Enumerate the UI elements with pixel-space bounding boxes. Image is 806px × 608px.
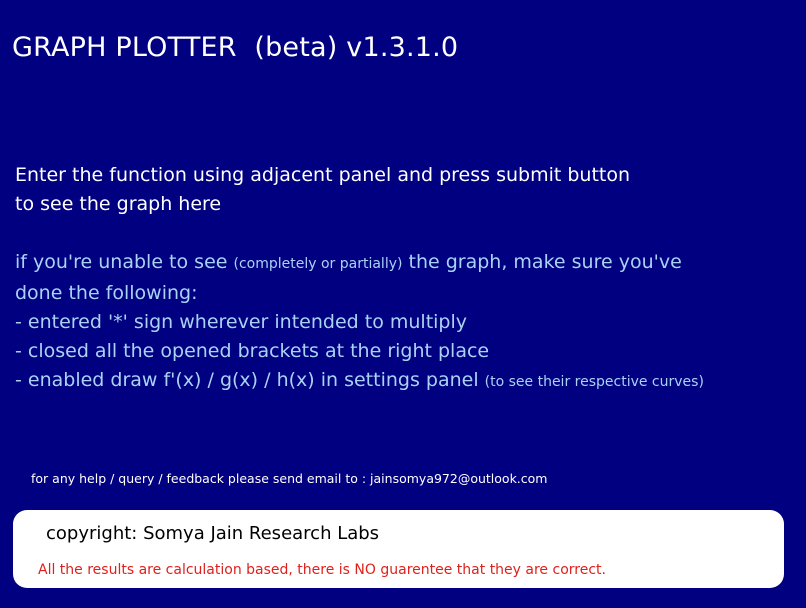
tip-item-brackets: - closed all the opened brackets at the … (15, 340, 490, 362)
tips-lead-line-2: done the following: (15, 282, 198, 304)
intro-line-2: to see the graph here (15, 193, 222, 215)
disclaimer-text: All the results are calculation based, t… (38, 562, 606, 578)
copyright-text: copyright: Somya Jain Research Labs (46, 523, 380, 544)
tips-lead-line: if you're unable to see (completely or p… (15, 248, 704, 279)
tips-lead-part-1: if you're unable to see (15, 251, 234, 273)
tips-lead-small: (completely or partially) (233, 256, 403, 272)
tips-lead-part-2: the graph, make sure you've (402, 251, 682, 273)
intro-line-1: Enter the function using adjacent panel … (15, 164, 631, 186)
troubleshooting-tips: if you're unable to see (completely or p… (15, 248, 704, 397)
app-title: GRAPH PLOTTER (beta) v1.3.1.0 (12, 32, 459, 63)
help-contact-text: for any help / query / feedback please s… (31, 471, 548, 486)
footer-panel: copyright: Somya Jain Research Labs All … (13, 510, 784, 588)
intro-instructions: Enter the function using adjacent panel … (15, 161, 630, 219)
tip-item-settings-small: (to see their respective curves) (484, 374, 704, 390)
tip-item-settings: - enabled draw f'(x) / g(x) / h(x) in se… (15, 366, 704, 397)
tip-item-multiply: - entered '*' sign wherever intended to … (15, 311, 468, 333)
tip-item-settings-main: - enabled draw f'(x) / g(x) / h(x) in se… (15, 369, 485, 391)
